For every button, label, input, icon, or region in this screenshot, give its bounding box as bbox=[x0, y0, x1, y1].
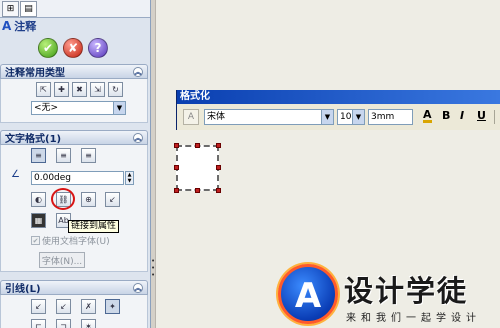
angle-value: 0.00deg bbox=[34, 173, 72, 183]
section-common-types-body: ⇱ ✚ ✖ ⇲ ↻ <无> ▼ bbox=[0, 79, 148, 123]
feature-tree-tab-icon[interactable]: ⊞ bbox=[2, 1, 19, 17]
align-center-icon[interactable]: ≡ bbox=[56, 148, 71, 163]
panel-tabstrip: ⊞ ▤ bbox=[0, 0, 150, 18]
lock-hide-icon[interactable]: ▦ bbox=[31, 213, 46, 228]
add-symbol-icon[interactable]: ⊕ bbox=[81, 192, 96, 207]
watermark-logo: A bbox=[278, 264, 338, 324]
align-left-icon[interactable]: ≡ bbox=[31, 148, 46, 163]
update-style-icon[interactable]: ↻ bbox=[108, 82, 123, 97]
font-icon[interactable]: A bbox=[183, 109, 199, 125]
panel-title-row: A 注释 bbox=[0, 18, 150, 34]
format-toolbar: 格式化 A 宋体 ▼ 10 ▼ 3mm A B I U bbox=[176, 90, 500, 130]
add-style-icon[interactable]: ✚ bbox=[54, 82, 69, 97]
collapse-icon[interactable]: ︽ bbox=[133, 133, 143, 143]
collapse-icon[interactable]: ︽ bbox=[133, 67, 143, 77]
help-button[interactable]: ? bbox=[88, 38, 108, 58]
angle-spinner[interactable]: ▲ ▼ bbox=[125, 171, 134, 185]
auto-leader-icon[interactable]: ✦ bbox=[105, 299, 120, 314]
action-buttons: ✔ ✘ ? bbox=[38, 38, 108, 58]
section-leader-body: ↙ ↙ ✗ ✦ ⊏ ⊐ ✶ bbox=[0, 295, 148, 328]
resize-handle[interactable] bbox=[174, 143, 179, 148]
resize-handle[interactable] bbox=[195, 188, 200, 193]
panel-splitter[interactable]: • • • bbox=[151, 0, 156, 328]
use-doc-font-checkbox[interactable]: ✔ 使用文档字体(U) bbox=[31, 234, 110, 247]
format-toolbar-bar: A 宋体 ▼ 10 ▼ 3mm A B I U bbox=[177, 104, 500, 130]
property-manager: ⊞ ▤ A 注释 ✔ ✘ ? 注释常用类型 ︽ ⇱ ✚ ✖ ⇲ ↻ <无> ▼ … bbox=[0, 0, 151, 328]
annotation-icon: A bbox=[2, 19, 12, 33]
font-size-value: 10 bbox=[340, 112, 352, 122]
save-style-icon[interactable]: ⇲ bbox=[90, 82, 105, 97]
highlight-circle bbox=[51, 188, 75, 210]
section-common-types-title: 注释常用类型 bbox=[5, 68, 65, 79]
chevron-down-icon: ▼ bbox=[113, 102, 125, 114]
resize-handle[interactable] bbox=[216, 188, 221, 193]
leader-bent-icon[interactable]: ↙ bbox=[56, 299, 71, 314]
font-size-select[interactable]: 10 ▼ bbox=[337, 109, 365, 125]
property-manager-tab-icon[interactable]: ▤ bbox=[20, 1, 37, 17]
resize-handle[interactable] bbox=[174, 165, 179, 170]
text-color-icon[interactable]: A bbox=[423, 109, 432, 123]
height-value: 3mm bbox=[371, 112, 395, 122]
style-select-value: <无> bbox=[34, 103, 59, 113]
font-name-value: 宋体 bbox=[207, 112, 226, 122]
insert-surface-finish-icon[interactable]: ◐ bbox=[31, 192, 46, 207]
tooltip: 链接到属性 bbox=[68, 220, 120, 233]
section-text-format-header[interactable]: 文字格式(1) ︽ bbox=[0, 130, 148, 145]
section-text-format-title: 文字格式(1) bbox=[5, 134, 62, 145]
chevron-down-icon: ▼ bbox=[352, 110, 364, 124]
symbol-library-icon[interactable]: ↙ bbox=[105, 192, 120, 207]
watermark-logo-letter: A bbox=[294, 276, 322, 316]
underline-button[interactable]: U bbox=[477, 109, 486, 122]
format-toolbar-title[interactable]: 格式化 bbox=[177, 90, 500, 104]
splitter-grip-icon: • • • bbox=[151, 257, 156, 279]
angle-input[interactable]: 0.00deg bbox=[31, 171, 124, 185]
load-style-icon[interactable]: ⇱ bbox=[36, 82, 51, 97]
align-right-icon[interactable]: ≡ bbox=[81, 148, 96, 163]
leader-left-icon[interactable]: ⊏ bbox=[31, 319, 46, 328]
use-doc-font-label: 使用文档字体(U) bbox=[42, 237, 110, 247]
section-leader-title: 引线(L) bbox=[5, 284, 41, 295]
cancel-button[interactable]: ✘ bbox=[63, 38, 83, 58]
font-name-select[interactable]: 宋体 ▼ bbox=[204, 109, 334, 125]
leader-right-icon[interactable]: ⊐ bbox=[56, 319, 71, 328]
watermark-subtitle: 来和我们一起学设计 bbox=[346, 313, 481, 324]
resize-handle[interactable] bbox=[216, 143, 221, 148]
chevron-down-icon: ▼ bbox=[321, 110, 333, 124]
ok-button[interactable]: ✔ bbox=[38, 38, 58, 58]
height-input[interactable]: 3mm bbox=[368, 109, 413, 125]
panel-title: 注释 bbox=[14, 20, 37, 33]
style-select[interactable]: <无> ▼ bbox=[31, 101, 126, 115]
resize-handle[interactable] bbox=[195, 143, 200, 148]
watermark: A 设计学徒 来和我们一起学设计 bbox=[278, 262, 500, 328]
section-leader-header[interactable]: 引线(L) ︽ bbox=[0, 280, 148, 295]
note-bounding-box[interactable] bbox=[174, 143, 221, 193]
leader-straight-icon[interactable]: ↙ bbox=[31, 299, 46, 314]
font-button[interactable]: 字体(N)... bbox=[39, 252, 85, 268]
checkbox-box[interactable]: ✔ bbox=[31, 236, 40, 245]
section-text-format-body: ≡ ≡ ≡ ∠ 0.00deg ▲ ▼ ◐ ⛓ ⊕ ↙ ▦ Ab 链接到属性 ✔ … bbox=[0, 145, 148, 272]
watermark-title: 设计学徒 bbox=[344, 274, 469, 308]
section-common-types-header[interactable]: 注释常用类型 ︽ bbox=[0, 64, 148, 79]
leader-nearest-icon[interactable]: ✶ bbox=[81, 319, 96, 328]
resize-handle[interactable] bbox=[216, 165, 221, 170]
bold-button[interactable]: B bbox=[442, 109, 450, 122]
italic-button[interactable]: I bbox=[460, 109, 464, 122]
toolbar-divider bbox=[494, 110, 495, 124]
collapse-icon[interactable]: ︽ bbox=[133, 283, 143, 293]
resize-handle[interactable] bbox=[174, 188, 179, 193]
angle-icon: ∠ bbox=[11, 169, 20, 180]
no-leader-icon[interactable]: ✗ bbox=[81, 299, 96, 314]
delete-style-icon[interactable]: ✖ bbox=[72, 82, 87, 97]
